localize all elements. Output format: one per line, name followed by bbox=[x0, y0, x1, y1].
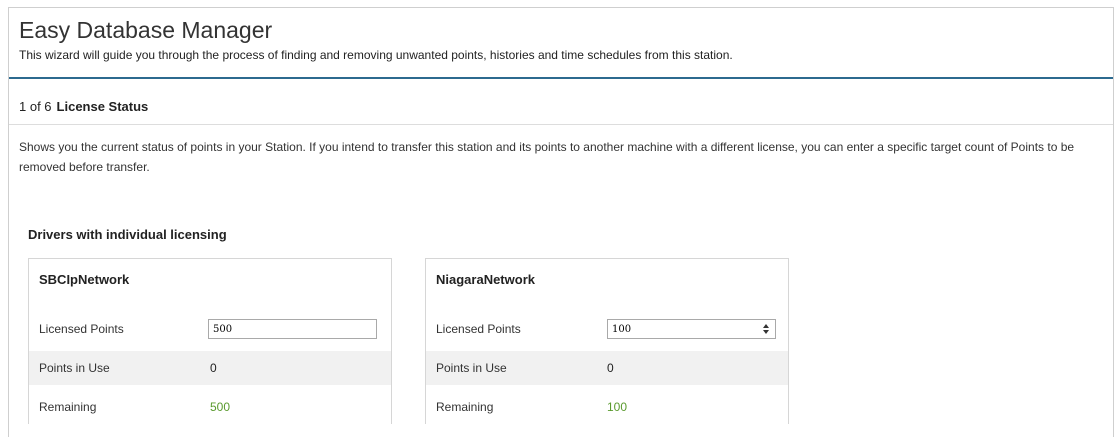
points-in-use-row: Points in Use 0 bbox=[29, 351, 391, 385]
remaining-label: Remaining bbox=[39, 400, 97, 414]
licensed-points-input[interactable] bbox=[208, 319, 377, 339]
points-in-use-value: 0 bbox=[607, 361, 614, 375]
licensed-points-input[interactable] bbox=[608, 320, 756, 338]
remaining-label: Remaining bbox=[436, 400, 494, 414]
driver-name: NiagaraNetwork bbox=[436, 272, 535, 287]
step-divider bbox=[9, 124, 1113, 125]
points-in-use-label: Points in Use bbox=[436, 361, 507, 375]
licensed-points-row: Licensed Points bbox=[29, 312, 391, 346]
points-in-use-label: Points in Use bbox=[39, 361, 110, 375]
remaining-value: 500 bbox=[210, 400, 231, 414]
remaining-row: Remaining 100 bbox=[426, 390, 788, 424]
step-description: Shows you the current status of points i… bbox=[19, 140, 1075, 174]
step-progress: 1 of 6 bbox=[19, 99, 52, 114]
page-subtitle: This wizard will guide you through the p… bbox=[19, 48, 733, 62]
spinner-arrows-icon[interactable] bbox=[761, 322, 771, 336]
driver-card-niagaranetwork: NiagaraNetwork Licensed Points Points in… bbox=[425, 258, 789, 424]
points-in-use-value: 0 bbox=[210, 361, 217, 375]
increment-arrow-icon[interactable] bbox=[763, 324, 769, 328]
driver-card-sbcipnetwork: SBCIpNetwork Licensed Points Points in U… bbox=[28, 258, 392, 424]
licensed-points-spinner[interactable] bbox=[607, 319, 776, 339]
decrement-arrow-icon[interactable] bbox=[763, 330, 769, 334]
remaining-row: Remaining 500 bbox=[29, 390, 391, 424]
remaining-value: 100 bbox=[607, 400, 628, 414]
page-title: Easy Database Manager bbox=[19, 17, 273, 43]
licensed-points-label: Licensed Points bbox=[39, 322, 124, 336]
licensed-points-row: Licensed Points bbox=[426, 312, 788, 346]
section-heading: Drivers with individual licensing bbox=[28, 227, 227, 242]
title-divider bbox=[9, 77, 1113, 79]
licensed-points-label: Licensed Points bbox=[436, 322, 521, 336]
points-in-use-row: Points in Use 0 bbox=[426, 351, 788, 385]
driver-name: SBCIpNetwork bbox=[39, 272, 130, 287]
step-header: 1 of 6 License Status bbox=[19, 99, 148, 115]
step-name: License Status bbox=[56, 99, 149, 114]
